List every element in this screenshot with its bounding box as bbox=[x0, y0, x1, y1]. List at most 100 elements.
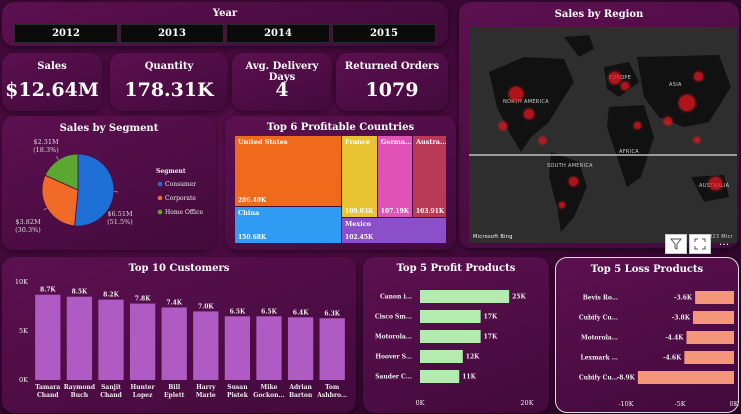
year-option-2013[interactable]: 2013 bbox=[120, 24, 224, 43]
treemap-cell[interactable]: Austra... 103.91K bbox=[412, 136, 446, 217]
product-bar[interactable] bbox=[420, 350, 463, 363]
bar-data-label: -3.8K bbox=[672, 315, 691, 322]
map-bubble[interactable] bbox=[609, 72, 621, 84]
customer-bar[interactable] bbox=[66, 296, 93, 380]
map-bubble[interactable] bbox=[509, 87, 523, 101]
bing-attribution: Microsoft Bing bbox=[473, 234, 513, 240]
pie-value-label: $2.31M bbox=[33, 138, 59, 146]
treemap-country-label: Germa... bbox=[380, 138, 412, 146]
product-bar[interactable] bbox=[637, 371, 734, 384]
legend-item[interactable]: Consumer bbox=[165, 181, 196, 188]
treemap-cell[interactable]: United States 286.40K bbox=[235, 136, 342, 206]
y-category-label: Hoover S... bbox=[375, 354, 412, 361]
legend-marker bbox=[157, 209, 163, 215]
x-tick-label: Hunter bbox=[131, 384, 156, 391]
customer-bar[interactable] bbox=[256, 316, 282, 380]
product-bar[interactable] bbox=[686, 331, 734, 344]
pie-value-label: $3.82M bbox=[15, 218, 41, 226]
pie-leader-line bbox=[56, 156, 59, 160]
bar-data-label: 7.0K bbox=[198, 303, 214, 310]
map-bubble[interactable] bbox=[524, 109, 534, 119]
bar-data-label: 17K bbox=[484, 334, 498, 341]
map-bubble[interactable] bbox=[569, 177, 578, 186]
pie-value-label: $6.51M bbox=[107, 210, 133, 218]
region-map[interactable]: NORTH AMERICA EUROPE ASIA AFRICA SOUTH A… bbox=[469, 27, 737, 243]
kpi-label: Quantity bbox=[144, 61, 194, 72]
x-tick-label: Adrian bbox=[288, 384, 312, 391]
customer-bar[interactable] bbox=[35, 294, 61, 380]
year-option-2015[interactable]: 2015 bbox=[332, 24, 436, 43]
map-bubble[interactable] bbox=[694, 137, 700, 143]
treemap-cell[interactable]: Mexico 102.45K bbox=[342, 217, 446, 243]
customer-bar[interactable] bbox=[193, 311, 219, 380]
customer-bar[interactable] bbox=[224, 316, 251, 380]
map-bubble[interactable] bbox=[679, 95, 695, 111]
treemap-cell[interactable]: Germa... 107.19K bbox=[377, 136, 412, 217]
x-tick-label: Harry bbox=[196, 384, 216, 391]
x-tick-label: 0K bbox=[416, 399, 425, 407]
customer-bar[interactable] bbox=[287, 317, 314, 380]
year-slicer-title: Year bbox=[212, 8, 238, 19]
bar-data-label: 7.8K bbox=[135, 296, 151, 303]
customer-bar[interactable] bbox=[98, 299, 124, 380]
customer-bar[interactable] bbox=[161, 307, 187, 380]
bar-data-label: 11K bbox=[462, 374, 476, 381]
more-options-icon[interactable]: ··· bbox=[713, 234, 735, 254]
kpi-label: Sales bbox=[37, 61, 67, 72]
x-tick-label: Buch bbox=[71, 392, 89, 399]
kpi-card-quantity: Quantity 178.31K bbox=[110, 53, 228, 111]
x-tick-label: Lopez bbox=[133, 392, 153, 399]
bar-data-label: 6.4K bbox=[293, 309, 309, 316]
top-customers-card: Top 10 Customers 0K 5K 10K 8.7K Tamara Chand 8… bbox=[2, 257, 356, 413]
year-option-2012[interactable]: 2012 bbox=[14, 24, 118, 43]
legend-item[interactable]: Corporate bbox=[165, 195, 196, 202]
map-bubble[interactable] bbox=[559, 202, 565, 208]
bar-data-label: 17K bbox=[484, 314, 498, 321]
treemap-cell[interactable]: China 150.68K bbox=[235, 206, 342, 243]
map-bubble[interactable] bbox=[621, 82, 629, 90]
map-bubble[interactable] bbox=[539, 137, 546, 144]
x-tick-label: Eplett bbox=[164, 392, 185, 399]
y-tick-label: 5K bbox=[19, 327, 28, 335]
y-category-label: Sauder C... bbox=[375, 374, 412, 381]
treemap-country-label: United States bbox=[238, 138, 288, 146]
product-bar[interactable] bbox=[692, 311, 734, 324]
treemap-cell[interactable]: France 109.03K bbox=[342, 136, 377, 217]
kpi-card-sales: Sales $12.64M bbox=[2, 53, 102, 111]
treemap-value-label: 150.68K bbox=[238, 233, 267, 241]
filter-icon[interactable] bbox=[665, 234, 687, 254]
product-bar[interactable] bbox=[420, 290, 510, 303]
loss-bar-chart: Bevis Ro... -3.6K Cubify Cu... -3.8K Motorol… bbox=[579, 291, 739, 408]
bar-data-label: 8.5K bbox=[72, 289, 88, 296]
x-tick-label: Tamara bbox=[35, 384, 60, 391]
customer-bar[interactable] bbox=[319, 318, 345, 380]
kpi-value: $12.64M bbox=[5, 79, 99, 101]
kpi-value: 4 bbox=[275, 79, 289, 101]
x-tick-label: Sanjit bbox=[101, 384, 121, 391]
bar-data-label: -4.4K bbox=[665, 335, 684, 342]
kpi-card-returned-orders: Returned Orders 1079 bbox=[336, 53, 448, 111]
legend-title: Segment bbox=[156, 168, 186, 175]
y-category-label: Cisco Sm... bbox=[375, 314, 412, 321]
year-option-2014[interactable]: 2014 bbox=[226, 24, 330, 43]
kpi-label: Returned Orders bbox=[344, 61, 440, 72]
map-bubble[interactable] bbox=[694, 72, 703, 81]
map-bubble[interactable] bbox=[634, 122, 641, 129]
bar-data-label: -3.6K bbox=[674, 295, 693, 302]
treemap-country-label: Austra... bbox=[415, 138, 446, 146]
y-tick-label: 0K bbox=[19, 376, 28, 384]
pie-percent-label: (51.5%) bbox=[107, 218, 133, 226]
legend-item[interactable]: Home Office bbox=[165, 209, 203, 216]
product-bar[interactable] bbox=[420, 330, 481, 343]
product-bar[interactable] bbox=[695, 291, 734, 304]
customer-bar[interactable] bbox=[129, 303, 156, 380]
map-bubble[interactable] bbox=[709, 177, 722, 190]
treemap-value-label: 109.03K bbox=[345, 207, 374, 215]
focus-mode-icon[interactable] bbox=[689, 234, 711, 254]
map-bubble[interactable] bbox=[499, 122, 507, 130]
product-bar[interactable] bbox=[684, 351, 734, 364]
product-bar[interactable] bbox=[420, 310, 481, 323]
map-bubble[interactable] bbox=[664, 117, 672, 125]
bar-data-label: 6.5K bbox=[230, 308, 246, 315]
product-bar[interactable] bbox=[420, 370, 460, 383]
